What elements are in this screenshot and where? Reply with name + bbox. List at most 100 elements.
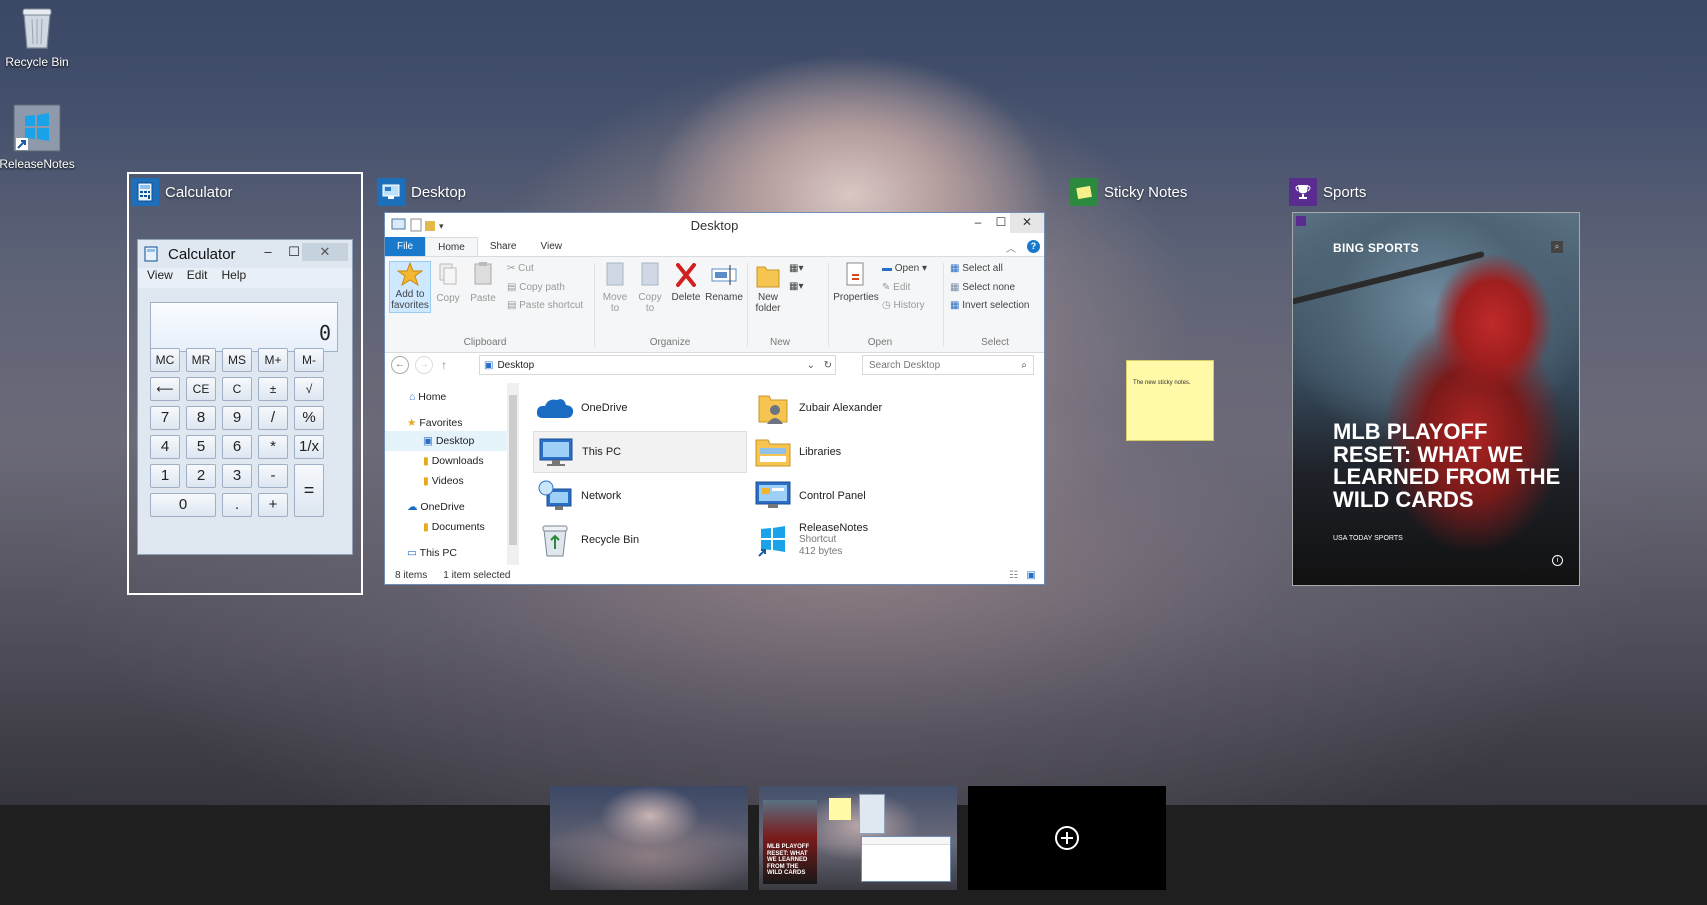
scrollbar-thumb[interactable] — [509, 395, 517, 545]
task-view-sports-header[interactable]: Sports — [1289, 177, 1366, 207]
rename-button[interactable]: Rename — [705, 261, 743, 303]
nav-item-desktop[interactable]: ▣ Desktop — [385, 431, 507, 451]
key-reciprocal-button[interactable]: 1/x — [294, 435, 324, 459]
calculator-window[interactable]: Calculator ‒ ☐ ✕ View Edit Help 0 MC MR MS… — [137, 239, 353, 555]
large-icons-view-icon[interactable]: ▣ — [1027, 570, 1036, 581]
key-divide-button[interactable]: / — [258, 406, 288, 430]
close-button[interactable]: ✕ — [1010, 213, 1044, 233]
key-3-button[interactable]: 3 — [222, 464, 252, 488]
task-view-calculator-header[interactable]: Calculator — [131, 177, 233, 207]
history-button[interactable]: ◷ History — [882, 300, 925, 312]
key-memory-recall-button[interactable]: MR — [186, 348, 216, 372]
copy-to-button[interactable]: Copy to — [634, 261, 666, 314]
file-explorer-window[interactable]: ▾ Desktop ‒ ☐ ✕ File Home Share View ︿ ?… — [384, 212, 1045, 585]
key-subtract-button[interactable]: - — [258, 464, 288, 488]
new-folder-button[interactable]: New folder — [751, 261, 785, 314]
easy-access-button[interactable]: ▦▾ — [789, 281, 803, 293]
key-percent-button[interactable]: % — [294, 406, 324, 430]
key-9-button[interactable]: 9 — [222, 406, 252, 430]
file-item-recycle-bin[interactable]: Recycle Bin — [533, 519, 747, 561]
copy-button[interactable]: Copy — [433, 261, 463, 304]
search-input[interactable]: Search Desktop ⌕ — [862, 355, 1034, 375]
key-1-button[interactable]: 1 — [150, 464, 180, 488]
open-button[interactable]: ▬ Open ▾ — [882, 263, 927, 275]
task-view-desktop-header[interactable]: Desktop — [377, 177, 466, 207]
nav-item-downloads[interactable]: ▮ Downloads — [423, 455, 484, 467]
help-icon[interactable]: ? — [1027, 240, 1040, 253]
paste-button[interactable]: Paste — [467, 261, 499, 304]
key-0-button[interactable]: 0 — [150, 493, 216, 517]
sticky-note[interactable]: The new sticky notes. — [1126, 360, 1214, 441]
key-clear-entry-button[interactable]: CE — [186, 377, 216, 401]
key-negate-button[interactable]: ± — [258, 377, 288, 401]
search-icon[interactable]: ⌕ — [1551, 241, 1563, 253]
key-backspace-button[interactable]: ⟵ — [150, 377, 180, 401]
forward-arrow-icon[interactable]: → — [415, 356, 433, 374]
close-button[interactable]: ✕ — [302, 243, 348, 261]
key-memory-subtract-button[interactable]: M- — [294, 348, 324, 372]
new-desktop-button[interactable] — [968, 786, 1166, 890]
invert-selection-button[interactable]: ▦ Invert selection — [950, 300, 1030, 312]
nav-item-documents[interactable]: ▮ Documents — [423, 521, 485, 533]
key-memory-clear-button[interactable]: MC — [150, 348, 180, 372]
desktop-icon-recycle-bin[interactable]: Recycle Bin — [0, 4, 77, 69]
copy-path-button[interactable]: ▤ Copy path — [507, 282, 565, 294]
virtual-desktop-2-thumbnail[interactable]: MLB PLAYOFF RESET: WHAT WE LEARNED FROM … — [759, 786, 957, 890]
edit-button[interactable]: ✎ Edit — [882, 282, 910, 294]
up-arrow-icon[interactable]: ↑ — [441, 358, 447, 372]
nav-item-videos[interactable]: ▮ Videos — [423, 475, 464, 487]
move-to-button[interactable]: Move to — [599, 261, 631, 314]
nav-item-home[interactable]: ⌂ Home — [409, 391, 446, 403]
virtual-desktop-1-thumbnail[interactable] — [550, 786, 748, 890]
chevron-down-icon[interactable]: ⌄ — [807, 360, 815, 371]
key-memory-add-button[interactable]: M+ — [258, 348, 288, 372]
key-decimal-button[interactable]: . — [222, 493, 252, 517]
refresh-icon[interactable]: ↻ — [824, 360, 832, 371]
select-all-button[interactable]: ▦ Select all — [950, 263, 1003, 275]
nav-item-this-pc[interactable]: ▭ This PC — [407, 547, 457, 559]
select-none-button[interactable]: ▦ Select none — [950, 282, 1015, 294]
properties-button[interactable]: Properties — [833, 261, 879, 303]
minimize-button[interactable]: ‒ — [255, 243, 281, 261]
file-item-this-pc[interactable]: This PC — [533, 431, 747, 473]
details-view-icon[interactable]: ☷ — [1009, 570, 1018, 581]
nav-scrollbar[interactable] — [507, 383, 519, 565]
key-7-button[interactable]: 7 — [150, 406, 180, 430]
desktop-icon-releasenotes[interactable]: ReleaseNotes — [0, 104, 77, 171]
info-icon[interactable]: i — [1552, 555, 1563, 566]
file-item-control-panel[interactable]: Control Panel — [751, 475, 965, 517]
nav-item-favorites[interactable]: ★ Favorites — [407, 417, 463, 429]
sports-app-window[interactable]: BING SPORTS ⌕ MLB PLAYOFF RESET: WHAT WE… — [1292, 212, 1580, 586]
pin-to-quick-access-button[interactable]: Add to favorites — [389, 261, 431, 313]
tab-file[interactable]: File — [385, 237, 426, 256]
cut-button[interactable]: ✂ Cut — [507, 263, 534, 275]
paste-shortcut-button[interactable]: ▤ Paste shortcut — [507, 300, 583, 312]
key-2-button[interactable]: 2 — [186, 464, 216, 488]
menu-edit[interactable]: Edit — [187, 268, 208, 288]
key-sqrt-button[interactable]: √ — [294, 377, 324, 401]
tab-home[interactable]: Home — [425, 237, 478, 256]
key-6-button[interactable]: 6 — [222, 435, 252, 459]
file-item-onedrive[interactable]: OneDrive — [533, 387, 747, 429]
address-bar[interactable]: ▣ Desktop ⌄ ↻ — [479, 355, 836, 375]
key-clear-button[interactable]: C — [222, 377, 252, 401]
menu-help[interactable]: Help — [221, 268, 246, 288]
collapse-ribbon-icon[interactable]: ︿ — [1006, 240, 1016, 255]
tab-view[interactable]: View — [529, 237, 575, 256]
menu-view[interactable]: View — [147, 268, 173, 288]
key-equals-button[interactable]: = — [294, 464, 324, 517]
file-item-network[interactable]: Network — [533, 475, 747, 517]
task-view-sticky-notes-header[interactable]: Sticky Notes — [1070, 177, 1187, 207]
new-item-button[interactable]: ▦▾ — [789, 263, 803, 275]
key-memory-store-button[interactable]: MS — [222, 348, 252, 372]
key-multiply-button[interactable]: * — [258, 435, 288, 459]
tab-share[interactable]: Share — [478, 237, 529, 256]
file-item-releasenotes[interactable]: ReleaseNotes Shortcut 412 bytes — [751, 519, 965, 561]
back-arrow-icon[interactable]: ← — [391, 356, 409, 374]
key-4-button[interactable]: 4 — [150, 435, 180, 459]
sports-headline[interactable]: MLB PLAYOFF RESET: WHAT WE LEARNED FROM … — [1333, 420, 1563, 511]
file-item-libraries[interactable]: Libraries — [751, 431, 965, 473]
file-item-zubair-alexander[interactable]: Zubair Alexander — [751, 387, 965, 429]
key-8-button[interactable]: 8 — [186, 406, 216, 430]
key-add-button[interactable]: + — [258, 493, 288, 517]
